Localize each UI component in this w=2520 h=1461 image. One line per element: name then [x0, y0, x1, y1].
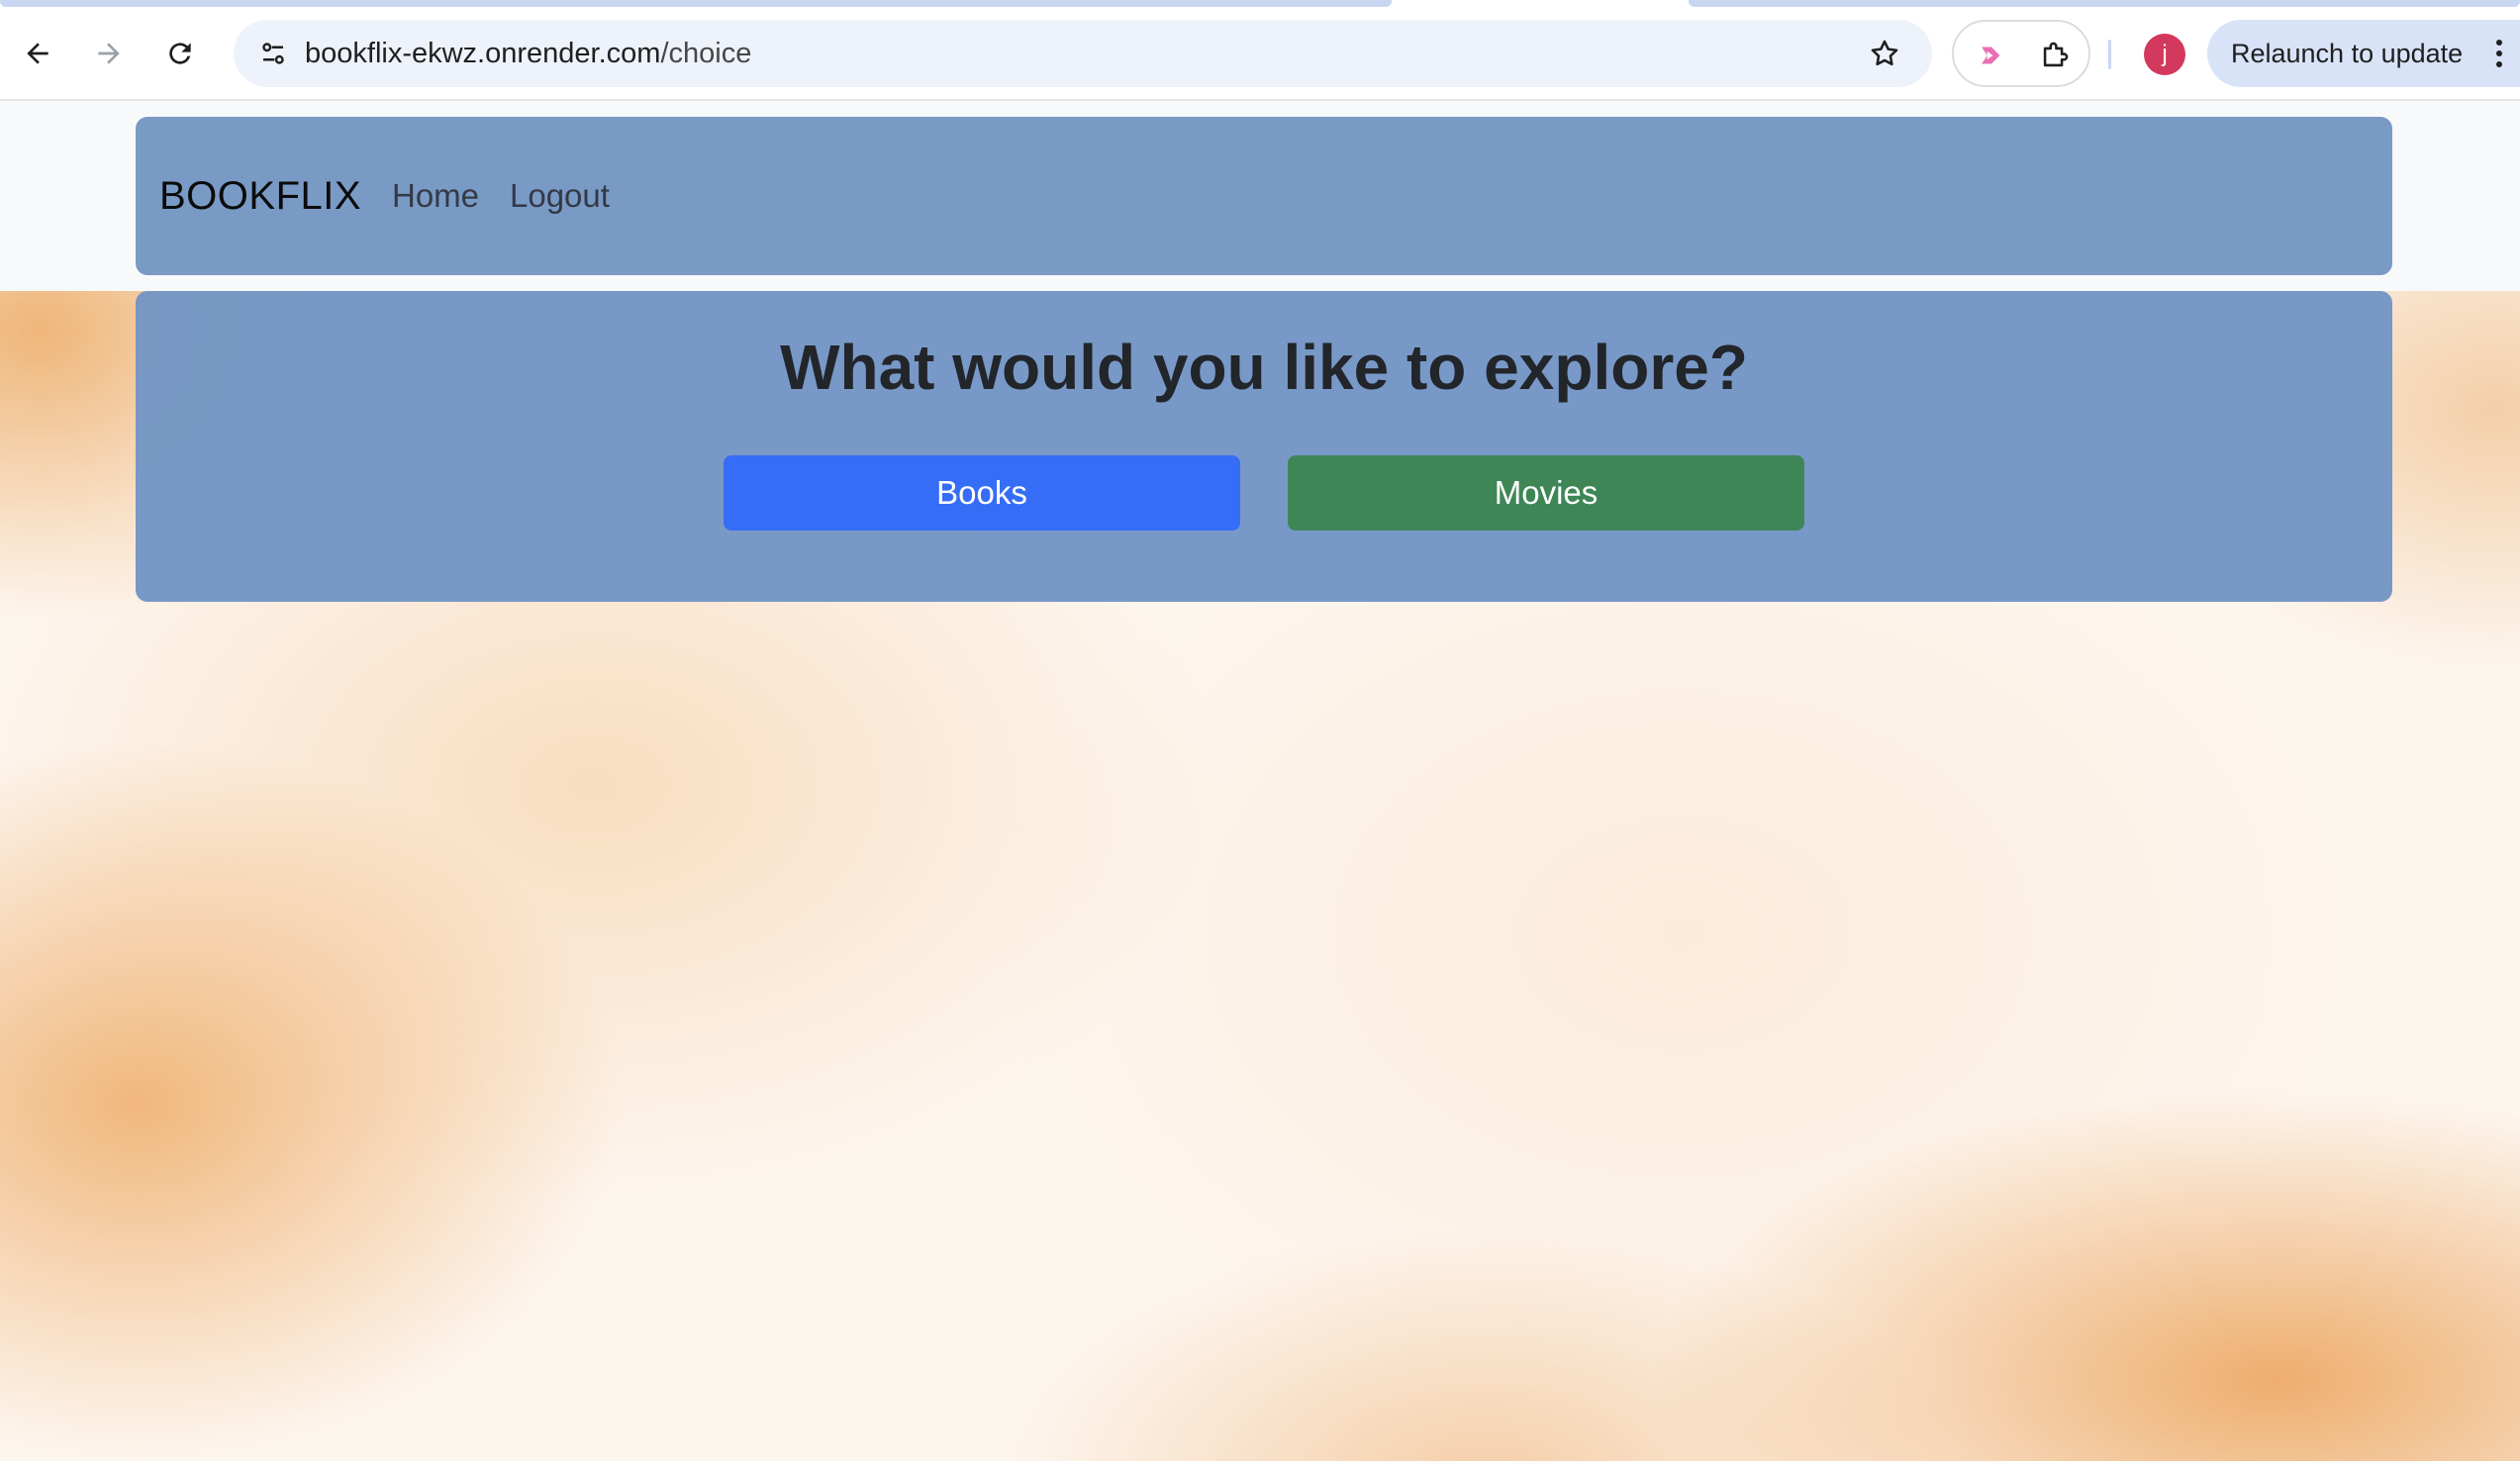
- nav-link-home[interactable]: Home: [392, 117, 479, 275]
- toolbar-divider: [2108, 40, 2111, 69]
- tab-strip-indicator: [0, 0, 1392, 7]
- choice-panel: What would you like to explore? Books Mo…: [136, 291, 2392, 602]
- tab-strip-indicator: [1689, 0, 2520, 7]
- books-button[interactable]: Books: [724, 455, 1240, 531]
- page-viewport: BOOKFLIX Home Logout What would you like…: [0, 101, 2520, 1461]
- brand-logo[interactable]: BOOKFLIX: [159, 117, 361, 275]
- browser-toolbar: bookflix-ekwz.onrender.com/choice j Rela…: [0, 0, 2520, 101]
- extension-icon[interactable]: [1966, 30, 2017, 81]
- relaunch-button[interactable]: Relaunch to update: [2207, 20, 2520, 87]
- extensions-group: [1952, 20, 2090, 87]
- reload-icon: [169, 43, 191, 64]
- forward-button[interactable]: [81, 26, 137, 81]
- back-button[interactable]: [10, 26, 65, 81]
- url-text[interactable]: bookflix-ekwz.onrender.com/choice: [305, 20, 751, 87]
- bookmark-star-icon[interactable]: [1859, 28, 1910, 79]
- relaunch-label: Relaunch to update: [2231, 39, 2464, 68]
- address-bar[interactable]: bookflix-ekwz.onrender.com/choice: [234, 20, 1932, 87]
- arrow-right-icon: [98, 43, 120, 64]
- puzzle-icon[interactable]: [2029, 30, 2081, 81]
- navbar: BOOKFLIX Home Logout: [136, 117, 2392, 275]
- url-path: /choice: [660, 38, 752, 69]
- more-menu-icon[interactable]: [2492, 34, 2506, 73]
- page-title: What would you like to explore?: [780, 332, 1748, 403]
- reload-button[interactable]: [152, 26, 208, 81]
- arrow-left-icon: [27, 43, 48, 64]
- site-settings-icon[interactable]: [247, 28, 299, 79]
- profile-avatar[interactable]: j: [2144, 34, 2185, 75]
- movies-button[interactable]: Movies: [1288, 455, 1804, 531]
- url-host: bookflix-ekwz.onrender.com: [305, 38, 661, 69]
- nav-link-logout[interactable]: Logout: [510, 117, 610, 275]
